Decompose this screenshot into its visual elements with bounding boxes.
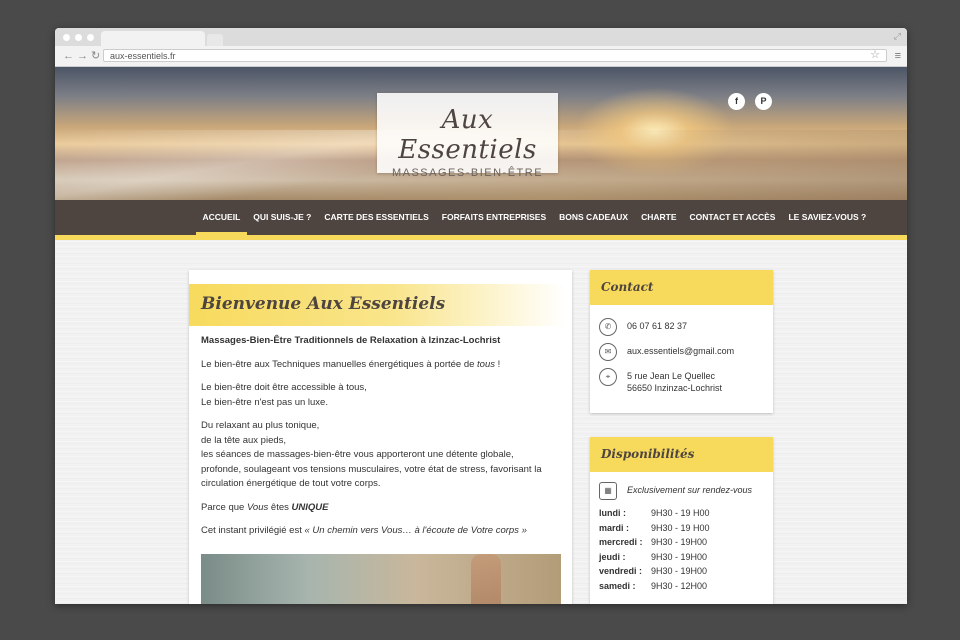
url-input[interactable]: aux-essentiels.fr ☆ bbox=[103, 49, 887, 62]
nav-item-qui-suis-je[interactable]: QUI SUIS-JE ? bbox=[247, 200, 318, 235]
calendar-icon: ▦ bbox=[599, 482, 617, 500]
main-nav: ACCUEIL QUI SUIS-JE ? CARTE DES ESSENTIE… bbox=[55, 200, 907, 235]
contact-phone-row[interactable]: ✆ 06 07 61 82 37 bbox=[590, 318, 773, 336]
intro-p3: Le bien-être doit être accessible à tous… bbox=[201, 382, 367, 408]
intro-p4: Du relaxant au plus tonique, de la tête a… bbox=[201, 420, 542, 489]
intro-p2: Le bien-être aux Techniques manuelles én… bbox=[201, 358, 501, 370]
contact-phone: 06 07 61 82 37 bbox=[627, 321, 688, 331]
hours-row: mercredi :9H30 - 19H00 bbox=[599, 537, 708, 547]
logo-title: Aux Essentiels bbox=[398, 105, 537, 165]
appointment-note: Exclusivement sur rendez-vous bbox=[627, 485, 753, 495]
contact-address-row: ⌖ 5 rue Jean Le Quellec 56650 Inzinzac-L… bbox=[590, 368, 773, 394]
url-text: aux-essentiels.fr bbox=[110, 51, 176, 61]
page-title: Bienvenue Aux Essentiels bbox=[201, 294, 446, 314]
header-banner: Aux Essentiels MASSAGES-BIEN-ÊTRE f P bbox=[55, 67, 907, 200]
beach-photo bbox=[201, 554, 561, 604]
nav-item-bons-cadeaux[interactable]: BONS CADEAUX bbox=[553, 200, 635, 235]
browser-menu-icon[interactable]: ≡ bbox=[895, 49, 901, 63]
envelope-icon: ✉ bbox=[599, 343, 617, 361]
availability-card: Disponibilités ▦ Exclusivement sur rende… bbox=[590, 437, 773, 604]
active-tab[interactable] bbox=[101, 31, 205, 46]
reload-icon[interactable]: ↻ bbox=[91, 49, 100, 63]
back-arrow-icon[interactable]: ← bbox=[63, 49, 74, 63]
availability-title: Disponibilités bbox=[590, 437, 773, 472]
address-bar: ← → ↻ aux-essentiels.fr ☆ ≡ bbox=[55, 46, 907, 67]
nav-item-accueil[interactable]: ACCUEIL bbox=[196, 200, 247, 235]
contact-email: aux.essentiels@gmail.com bbox=[627, 346, 735, 356]
minimize-dot-icon[interactable] bbox=[75, 34, 82, 41]
intro-p5: Parce que Vous êtes UNIQUE bbox=[201, 501, 329, 513]
hours-row: lundi :9H30 - 19 H00 bbox=[599, 508, 710, 518]
intro-subtitle: Massages-Bien-Être Traditionnels de Rela… bbox=[201, 335, 501, 346]
nav-item-charte[interactable]: CHARTE bbox=[635, 200, 683, 235]
address-line-2: 56650 Inzinzac-Lochrist bbox=[627, 383, 723, 393]
pinterest-icon[interactable]: P bbox=[755, 93, 772, 110]
tab-bar: ⤢ bbox=[55, 28, 907, 46]
fullscreen-icon[interactable]: ⤢ bbox=[894, 31, 901, 42]
new-tab-button[interactable] bbox=[207, 34, 223, 46]
facebook-icon[interactable]: f bbox=[728, 93, 745, 110]
bookmark-star-icon[interactable]: ☆ bbox=[870, 49, 880, 62]
address-line-1: 5 rue Jean Le Quellec bbox=[627, 371, 716, 381]
nav-item-carte[interactable]: CARTE DES ESSENTIELS bbox=[318, 200, 435, 235]
contact-card: Contact ✆ 06 07 61 82 37 ✉ aux.essentiel… bbox=[590, 270, 773, 413]
map-pin-icon: ⌖ bbox=[599, 368, 617, 386]
site-logo[interactable]: Aux Essentiels MASSAGES-BIEN-ÊTRE bbox=[377, 93, 558, 179]
nav-item-contact[interactable]: CONTACT ET ACCÈS bbox=[683, 200, 782, 235]
forward-arrow-icon[interactable]: → bbox=[77, 49, 88, 63]
logo-subtitle: MASSAGES-BIEN-ÊTRE bbox=[391, 167, 544, 179]
appointment-note-row: ▦ Exclusivement sur rendez-vous bbox=[590, 482, 773, 500]
hours-row: jeudi :9H30 - 19H00 bbox=[599, 551, 708, 562]
nav-item-forfaits[interactable]: FORFAITS ENTREPRISES bbox=[435, 200, 552, 235]
main-content: Bienvenue Aux Essentiels Massages-Bien-Ê… bbox=[189, 270, 572, 604]
walking-legs-image bbox=[471, 554, 501, 604]
contact-title: Contact bbox=[590, 270, 773, 305]
hours-list: lundi :9H30 - 19 H00 mardi :9H30 - 19 H0… bbox=[590, 506, 773, 593]
window-controls bbox=[63, 34, 94, 41]
zoom-dot-icon[interactable] bbox=[87, 34, 94, 41]
hours-row: mardi :9H30 - 19 H00 bbox=[599, 522, 710, 533]
browser-window: ⤢ ← → ↻ aux-essentiels.fr ☆ ≡ Aux Essent… bbox=[55, 28, 907, 604]
intro-text: Massages-Bien-Être Traditionnels de Rela… bbox=[201, 334, 561, 548]
close-dot-icon[interactable] bbox=[63, 34, 70, 41]
intro-p6: Cet instant privilégié est « Un chemin v… bbox=[201, 525, 527, 536]
phone-icon: ✆ bbox=[599, 318, 617, 336]
main-heading-banner: Bienvenue Aux Essentiels bbox=[189, 284, 566, 326]
contact-email-row[interactable]: ✉ aux.essentiels@gmail.com bbox=[590, 343, 773, 361]
hours-row: vendredi :9H30 - 19H00 bbox=[599, 566, 708, 576]
hours-row: samedi :9H30 - 12H00 bbox=[599, 580, 708, 591]
nav-item-le-saviez-vous[interactable]: LE SAVIEZ-VOUS ? bbox=[782, 200, 873, 235]
